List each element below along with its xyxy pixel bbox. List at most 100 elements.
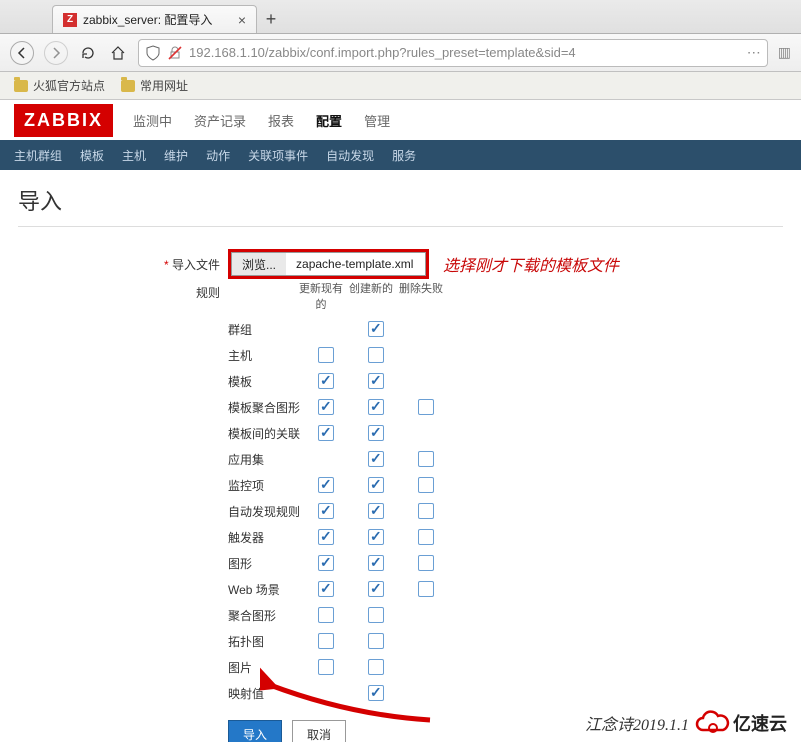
rule-checkbox[interactable] — [368, 347, 384, 363]
subnav-actions[interactable]: 动作 — [206, 147, 230, 164]
rule-checkbox[interactable] — [368, 425, 384, 441]
nav-config[interactable]: 配置 — [314, 107, 344, 134]
folder-icon — [14, 80, 28, 92]
rule-name: 图形 — [228, 555, 318, 572]
tab-favicon: Z — [63, 13, 77, 27]
browser-tab-strip: Z zabbix_server: 配置导入 × + — [0, 0, 801, 34]
rule-row: 模板聚合图形 — [228, 394, 468, 420]
nav-admin[interactable]: 管理 — [362, 107, 392, 134]
rule-checkbox[interactable] — [318, 581, 334, 597]
rule-row: 群组 — [228, 316, 468, 342]
cloud-icon — [695, 710, 731, 736]
col-update: 更新现有的 — [296, 280, 346, 312]
checkbox-cell — [368, 529, 418, 545]
rules-table: 更新现有的 创建新的 删除失败 群组主机模板模板聚合图形模板间的关联应用集监控项… — [228, 280, 468, 742]
home-button[interactable] — [108, 43, 128, 63]
checkbox-cell — [368, 399, 418, 415]
rule-checkbox[interactable] — [368, 529, 384, 545]
checkbox-cell — [318, 659, 368, 675]
checkbox-cell — [418, 529, 468, 545]
rule-name: 聚合图形 — [228, 607, 318, 624]
reader-icon[interactable]: ⋯ — [747, 44, 761, 61]
subnav-hosts[interactable]: 主机 — [122, 147, 146, 164]
rule-checkbox[interactable] — [318, 399, 334, 415]
rule-checkbox[interactable] — [368, 399, 384, 415]
reader-mode-icon[interactable]: ▥ — [778, 44, 791, 61]
rule-name: 应用集 — [228, 451, 318, 468]
url-input[interactable] — [189, 45, 741, 60]
subnav-templates[interactable]: 模板 — [80, 147, 104, 164]
home-icon — [110, 45, 126, 61]
rule-row: 自动发现规则 — [228, 498, 468, 524]
watermark-logo: 亿速云 — [695, 710, 787, 736]
rule-checkbox[interactable] — [318, 555, 334, 571]
subnav-hostgroups[interactable]: 主机群组 — [14, 147, 62, 164]
rule-name: 主机 — [228, 347, 318, 364]
rule-checkbox[interactable] — [318, 529, 334, 545]
nav-monitor[interactable]: 监测中 — [131, 107, 174, 134]
rule-checkbox[interactable] — [368, 581, 384, 597]
nav-report[interactable]: 报表 — [266, 107, 296, 134]
rule-checkbox[interactable] — [318, 633, 334, 649]
shield-icon — [145, 45, 161, 61]
cancel-button[interactable]: 取消 — [292, 720, 346, 742]
close-icon[interactable]: × — [238, 12, 246, 28]
browser-tab[interactable]: Z zabbix_server: 配置导入 × — [52, 5, 257, 33]
rule-checkbox[interactable] — [368, 659, 384, 675]
rule-checkbox[interactable] — [368, 607, 384, 623]
rule-row: 应用集 — [228, 446, 468, 472]
rule-checkbox[interactable] — [318, 607, 334, 623]
rule-checkbox[interactable] — [368, 373, 384, 389]
forward-button[interactable] — [44, 41, 68, 65]
checkbox-cell — [318, 477, 368, 493]
rule-name: 触发器 — [228, 529, 318, 546]
rule-checkbox[interactable] — [368, 477, 384, 493]
rule-checkbox[interactable] — [368, 555, 384, 571]
rule-checkbox[interactable] — [318, 347, 334, 363]
checkbox-cell — [368, 503, 418, 519]
rule-checkbox[interactable] — [368, 503, 384, 519]
nav-inventory[interactable]: 资产记录 — [192, 107, 248, 134]
bookmark-item[interactable]: 火狐官方站点 — [14, 77, 105, 94]
folder-icon — [121, 80, 135, 92]
arrow-right-icon — [50, 47, 62, 59]
rule-checkbox[interactable] — [318, 503, 334, 519]
rule-checkbox[interactable] — [418, 529, 434, 545]
browse-button[interactable]: 浏览... — [231, 252, 286, 276]
subnav-maintenance[interactable]: 维护 — [164, 147, 188, 164]
rule-checkbox[interactable] — [368, 451, 384, 467]
rule-checkbox[interactable] — [418, 503, 434, 519]
rule-checkbox[interactable] — [368, 685, 384, 701]
annotation-text: 选择刚才下载的模板文件 — [443, 252, 619, 276]
new-tab-button[interactable]: + — [257, 5, 285, 33]
rule-checkbox[interactable] — [368, 321, 384, 337]
rule-row: 模板间的关联 — [228, 420, 468, 446]
checkbox-cell — [368, 321, 418, 337]
rule-name: 图片 — [228, 659, 318, 676]
checkbox-cell — [318, 503, 368, 519]
rule-checkbox[interactable] — [418, 451, 434, 467]
checkbox-cell — [368, 607, 418, 623]
rule-checkbox[interactable] — [318, 477, 334, 493]
checkbox-cell — [368, 659, 418, 675]
rule-checkbox[interactable] — [318, 373, 334, 389]
rule-checkbox[interactable] — [368, 633, 384, 649]
rule-checkbox[interactable] — [318, 659, 334, 675]
rule-checkbox[interactable] — [418, 477, 434, 493]
subnav-correlation[interactable]: 关联项事件 — [248, 147, 308, 164]
url-bar[interactable]: ⋯ — [138, 39, 768, 67]
rule-checkbox[interactable] — [418, 581, 434, 597]
bookmark-item[interactable]: 常用网址 — [121, 77, 188, 94]
reload-button[interactable] — [78, 43, 98, 63]
import-button[interactable]: 导入 — [228, 720, 282, 742]
rule-checkbox[interactable] — [318, 425, 334, 441]
checkbox-cell — [368, 581, 418, 597]
rule-checkbox[interactable] — [418, 555, 434, 571]
zabbix-logo[interactable]: ZABBIX — [14, 104, 113, 137]
subnav-discovery[interactable]: 自动发现 — [326, 147, 374, 164]
subnav-services[interactable]: 服务 — [392, 147, 416, 164]
checkbox-cell — [368, 451, 418, 467]
rule-checkbox[interactable] — [418, 399, 434, 415]
back-button[interactable] — [10, 41, 34, 65]
checkbox-cell — [318, 347, 368, 363]
